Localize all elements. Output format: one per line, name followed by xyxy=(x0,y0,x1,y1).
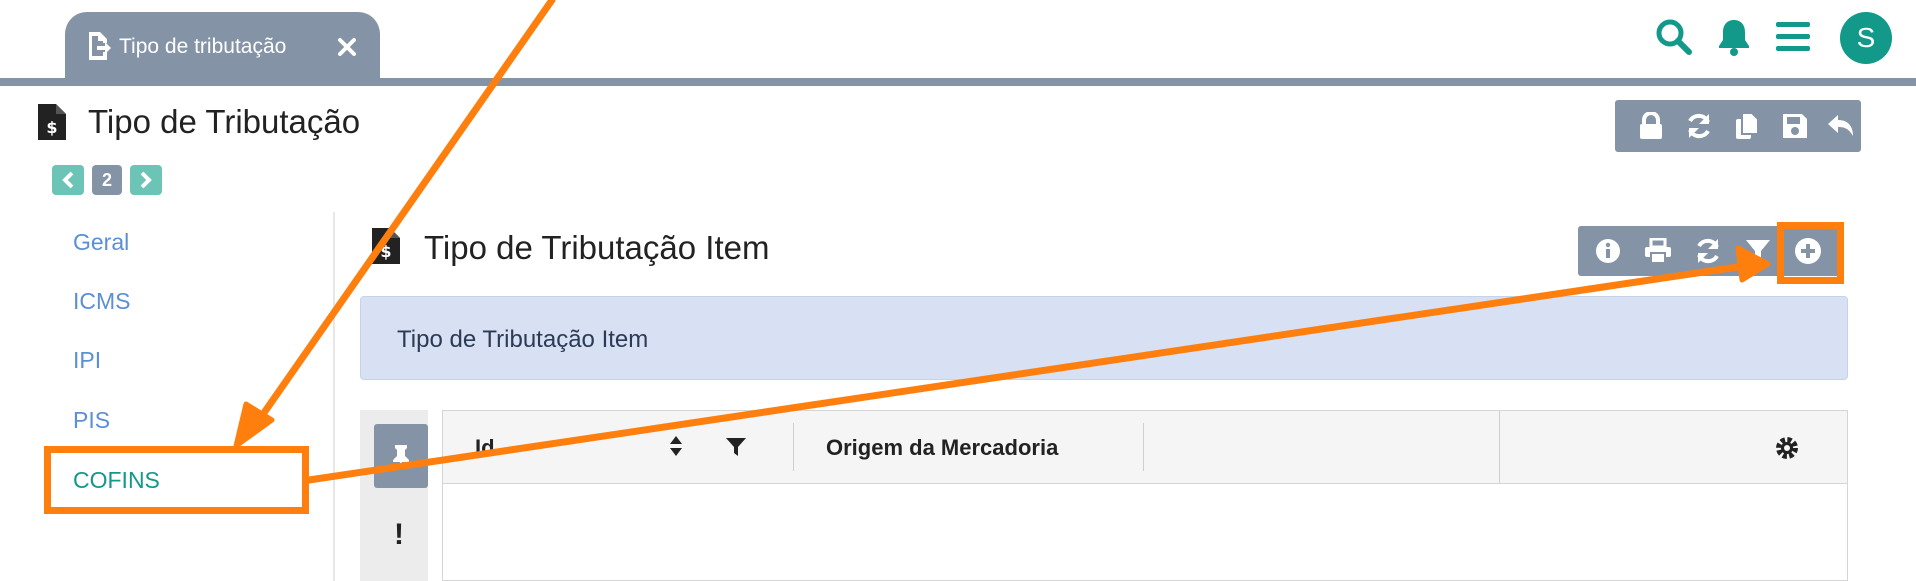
annotation-arrows xyxy=(233,0,1771,484)
arrow-to-cofins xyxy=(233,0,556,449)
arrow-to-add-button xyxy=(305,245,1771,484)
